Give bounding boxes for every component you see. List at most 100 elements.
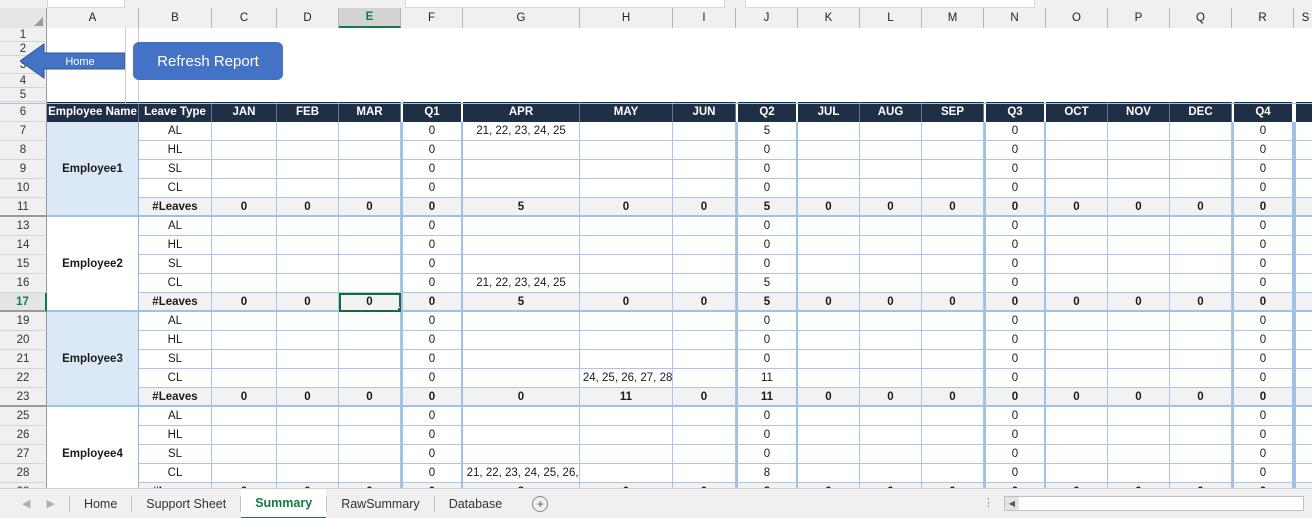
data-cell-sep[interactable]: [922, 369, 984, 388]
total-label-cell[interactable]: #Leaves: [139, 388, 212, 407]
data-cell-mar[interactable]: [339, 312, 401, 331]
data-cell-apr[interactable]: [463, 179, 580, 198]
data-cell-jun[interactable]: [673, 255, 736, 274]
data-cell-q4[interactable]: 0: [1232, 312, 1294, 331]
data-cell-aug[interactable]: [860, 122, 922, 141]
data-cell-dec[interactable]: [1170, 426, 1232, 445]
data-cell-jan[interactable]: [212, 350, 277, 369]
data-cell-q2[interactable]: 0: [736, 331, 798, 350]
data-cell-sep[interactable]: [922, 141, 984, 160]
data-cell-aug[interactable]: [860, 160, 922, 179]
data-cell-mar[interactable]: [339, 445, 401, 464]
data-cell-apr[interactable]: [463, 369, 580, 388]
data-cell-pad[interactable]: [1294, 312, 1312, 331]
total-cell-mar[interactable]: 0: [339, 293, 401, 312]
row-header-11[interactable]: 11: [0, 198, 47, 217]
data-cell-q4[interactable]: 0: [1232, 331, 1294, 350]
leave-type-cell[interactable]: HL: [139, 426, 212, 445]
total-cell-sep[interactable]: 0: [922, 293, 984, 312]
data-cell-dec[interactable]: [1170, 350, 1232, 369]
total-cell-may[interactable]: 0: [580, 293, 673, 312]
data-cell-mar[interactable]: [339, 236, 401, 255]
column-label-jan[interactable]: JAN: [212, 102, 277, 122]
data-cell-q3[interactable]: 0: [984, 122, 1046, 141]
employee-name-cell[interactable]: Employee3: [47, 312, 139, 407]
data-cell-q2[interactable]: 0: [736, 141, 798, 160]
data-cell-jul[interactable]: [798, 426, 860, 445]
row-header-6[interactable]: 6: [0, 102, 47, 122]
data-cell-jun[interactable]: [673, 122, 736, 141]
data-cell-q1[interactable]: 0: [401, 407, 463, 426]
data-cell-q4[interactable]: 0: [1232, 274, 1294, 293]
data-cell-q1[interactable]: 0: [401, 369, 463, 388]
data-cell-sep[interactable]: [922, 426, 984, 445]
total-cell-pad[interactable]: [1294, 388, 1312, 407]
data-cell-jun[interactable]: [673, 217, 736, 236]
data-cell-q3[interactable]: 0: [984, 255, 1046, 274]
data-cell-q3[interactable]: 0: [984, 445, 1046, 464]
leave-type-cell[interactable]: AL: [139, 407, 212, 426]
data-cell-jan[interactable]: [212, 141, 277, 160]
data-cell-apr[interactable]: [463, 217, 580, 236]
data-cell-apr[interactable]: [463, 255, 580, 274]
data-cell-q1[interactable]: 0: [401, 445, 463, 464]
data-cell-q3[interactable]: 0: [984, 312, 1046, 331]
total-cell-dec[interactable]: 0: [1170, 198, 1232, 217]
data-cell-q2[interactable]: 0: [736, 426, 798, 445]
data-cell-q4[interactable]: 0: [1232, 122, 1294, 141]
data-cell-pad[interactable]: [1294, 369, 1312, 388]
data-cell-may[interactable]: [580, 350, 673, 369]
data-cell-dec[interactable]: [1170, 122, 1232, 141]
data-cell-may[interactable]: [580, 445, 673, 464]
data-cell-q4[interactable]: 0: [1232, 445, 1294, 464]
column-label-dec[interactable]: DEC: [1170, 102, 1232, 122]
total-cell-feb[interactable]: 0: [277, 198, 339, 217]
total-cell-apr[interactable]: 5: [463, 293, 580, 312]
data-cell-nov[interactable]: [1108, 122, 1170, 141]
data-cell-oct[interactable]: [1046, 369, 1108, 388]
data-cell-aug[interactable]: [860, 350, 922, 369]
data-cell-q3[interactable]: 0: [984, 369, 1046, 388]
data-cell-jun[interactable]: [673, 445, 736, 464]
total-cell-q1[interactable]: 0: [401, 388, 463, 407]
data-cell-jan[interactable]: [212, 426, 277, 445]
data-cell-pad[interactable]: [1294, 122, 1312, 141]
data-cell-jul[interactable]: [798, 312, 860, 331]
data-cell-dec[interactable]: [1170, 217, 1232, 236]
data-cell-pad[interactable]: [1294, 274, 1312, 293]
data-cell-aug[interactable]: [860, 179, 922, 198]
data-cell-nov[interactable]: [1108, 312, 1170, 331]
data-cell-q2[interactable]: 8: [736, 464, 798, 483]
row-header-9[interactable]: 9: [0, 160, 47, 179]
data-cell-may[interactable]: , 24, 25, 26, 27, 28,: [580, 369, 673, 388]
data-cell-dec[interactable]: [1170, 236, 1232, 255]
row-header-26[interactable]: 26: [0, 426, 47, 445]
employee-name-cell[interactable]: Employee1: [47, 122, 139, 217]
data-cell-may[interactable]: [580, 331, 673, 350]
data-cell-pad[interactable]: [1294, 407, 1312, 426]
data-cell-dec[interactable]: [1170, 141, 1232, 160]
leave-type-cell[interactable]: HL: [139, 331, 212, 350]
data-cell-nov[interactable]: [1108, 274, 1170, 293]
data-cell-q4[interactable]: 0: [1232, 160, 1294, 179]
total-cell-may[interactable]: 11: [580, 388, 673, 407]
data-cell-q2[interactable]: 5: [736, 122, 798, 141]
data-cell-dec[interactable]: [1170, 312, 1232, 331]
data-cell-may[interactable]: [580, 141, 673, 160]
data-cell-feb[interactable]: [277, 407, 339, 426]
total-cell-aug[interactable]: 0: [860, 388, 922, 407]
total-cell-apr[interactable]: 5: [463, 198, 580, 217]
data-cell-oct[interactable]: [1046, 312, 1108, 331]
total-cell-jul[interactable]: 0: [798, 293, 860, 312]
leave-type-cell[interactable]: HL: [139, 236, 212, 255]
column-label-q1[interactable]: Q1: [401, 102, 463, 122]
data-cell-nov[interactable]: [1108, 369, 1170, 388]
data-cell-q2[interactable]: 0: [736, 445, 798, 464]
total-cell-jan[interactable]: 0: [212, 198, 277, 217]
row-header-23[interactable]: 23: [0, 388, 47, 407]
total-cell-q3[interactable]: 0: [984, 388, 1046, 407]
column-label-jun[interactable]: JUN: [673, 102, 736, 122]
data-cell-oct[interactable]: [1046, 160, 1108, 179]
column-header-q[interactable]: Q: [1170, 8, 1232, 28]
data-cell-oct[interactable]: [1046, 331, 1108, 350]
